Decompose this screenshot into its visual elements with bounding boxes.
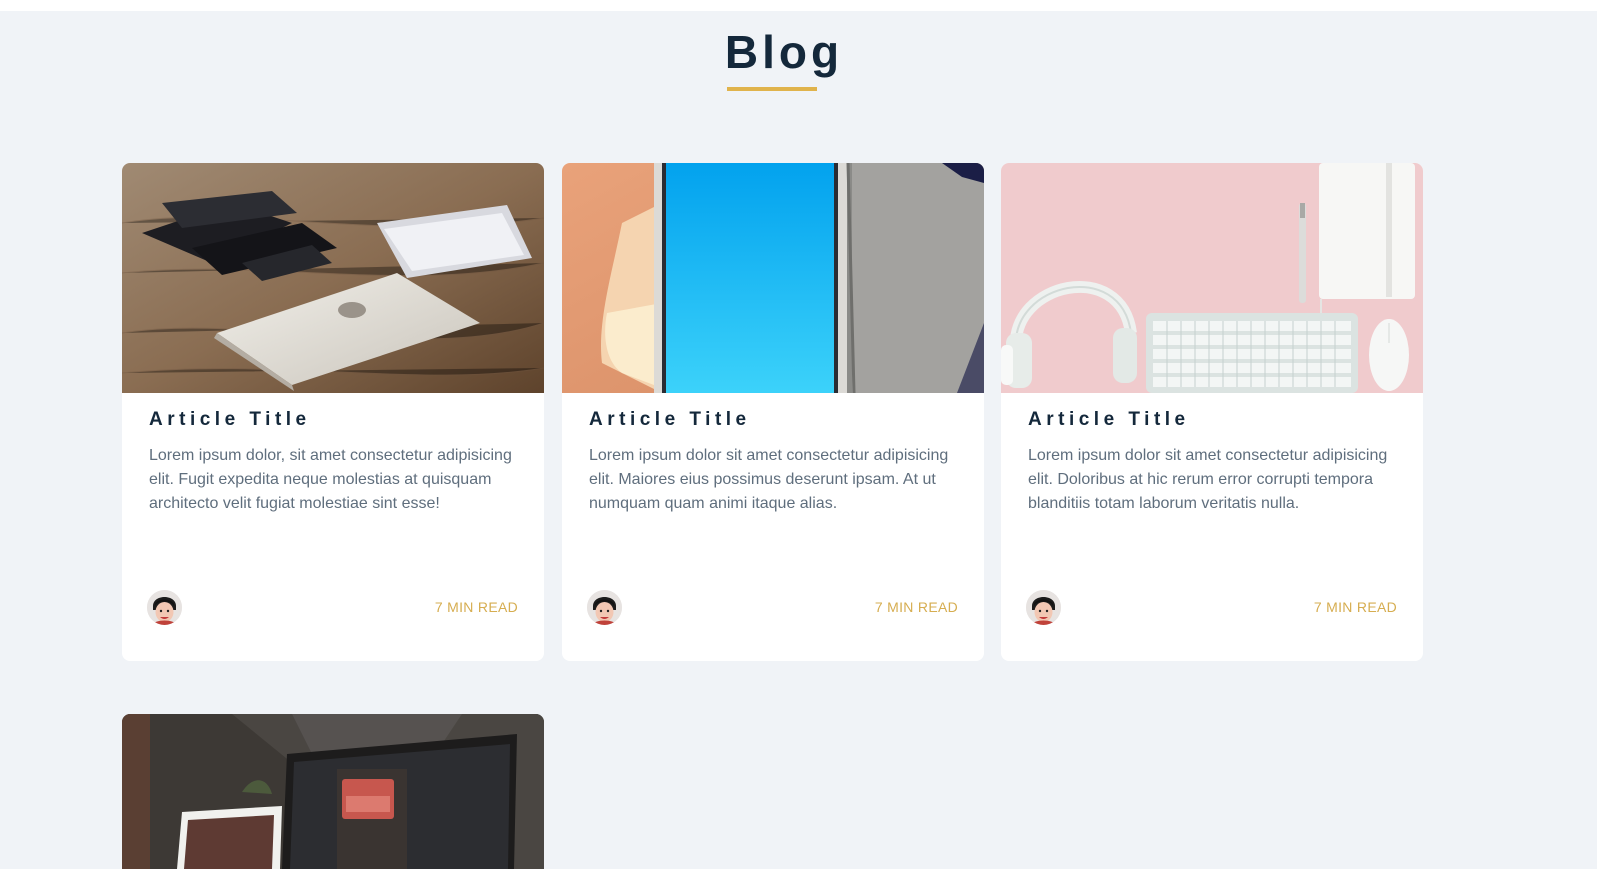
author-avatar[interactable] (147, 590, 182, 625)
read-time-label: 7 MIN READ (1313, 599, 1397, 615)
headphones-keyboard-photo[interactable] (1001, 163, 1423, 393)
article-excerpt: Lorem ipsum dolor sit amet consectetur a… (1028, 447, 1388, 512)
read-time-label: 7 MIN READ (874, 599, 958, 615)
laptop-open-sign-photo[interactable] (122, 714, 544, 869)
article-excerpt: Lorem ipsum dolor, sit amet consectetur … (149, 447, 512, 512)
card-footer: 7 MIN READ (587, 589, 958, 627)
section-heading: Blog (0, 24, 1568, 80)
blog-card[interactable]: Article Title Lorem ipsum dolor sit amet… (1001, 163, 1423, 661)
article-title[interactable]: Article Title (589, 410, 958, 430)
tablet-blue-screen-photo[interactable] (562, 163, 984, 393)
blog-card[interactable] (122, 714, 544, 869)
page-title: Blog (724, 26, 844, 78)
article-excerpt: Lorem ipsum dolor sit amet consectetur a… (589, 447, 949, 512)
blog-card[interactable]: Article Title Lorem ipsum dolor sit amet… (562, 163, 984, 661)
author-avatar[interactable] (1026, 590, 1061, 625)
author-avatar[interactable] (587, 590, 622, 625)
article-title[interactable]: Article Title (1028, 410, 1397, 430)
laptop-devices-photo[interactable] (122, 163, 544, 393)
card-footer: 7 MIN READ (1026, 589, 1397, 627)
title-underline (727, 87, 817, 91)
card-footer: 7 MIN READ (147, 589, 518, 627)
read-time-label: 7 MIN READ (434, 599, 518, 615)
article-title[interactable]: Article Title (149, 410, 518, 430)
top-navbar-strip (0, 0, 1597, 11)
blog-card[interactable]: Article Title Lorem ipsum dolor, sit ame… (122, 163, 544, 661)
